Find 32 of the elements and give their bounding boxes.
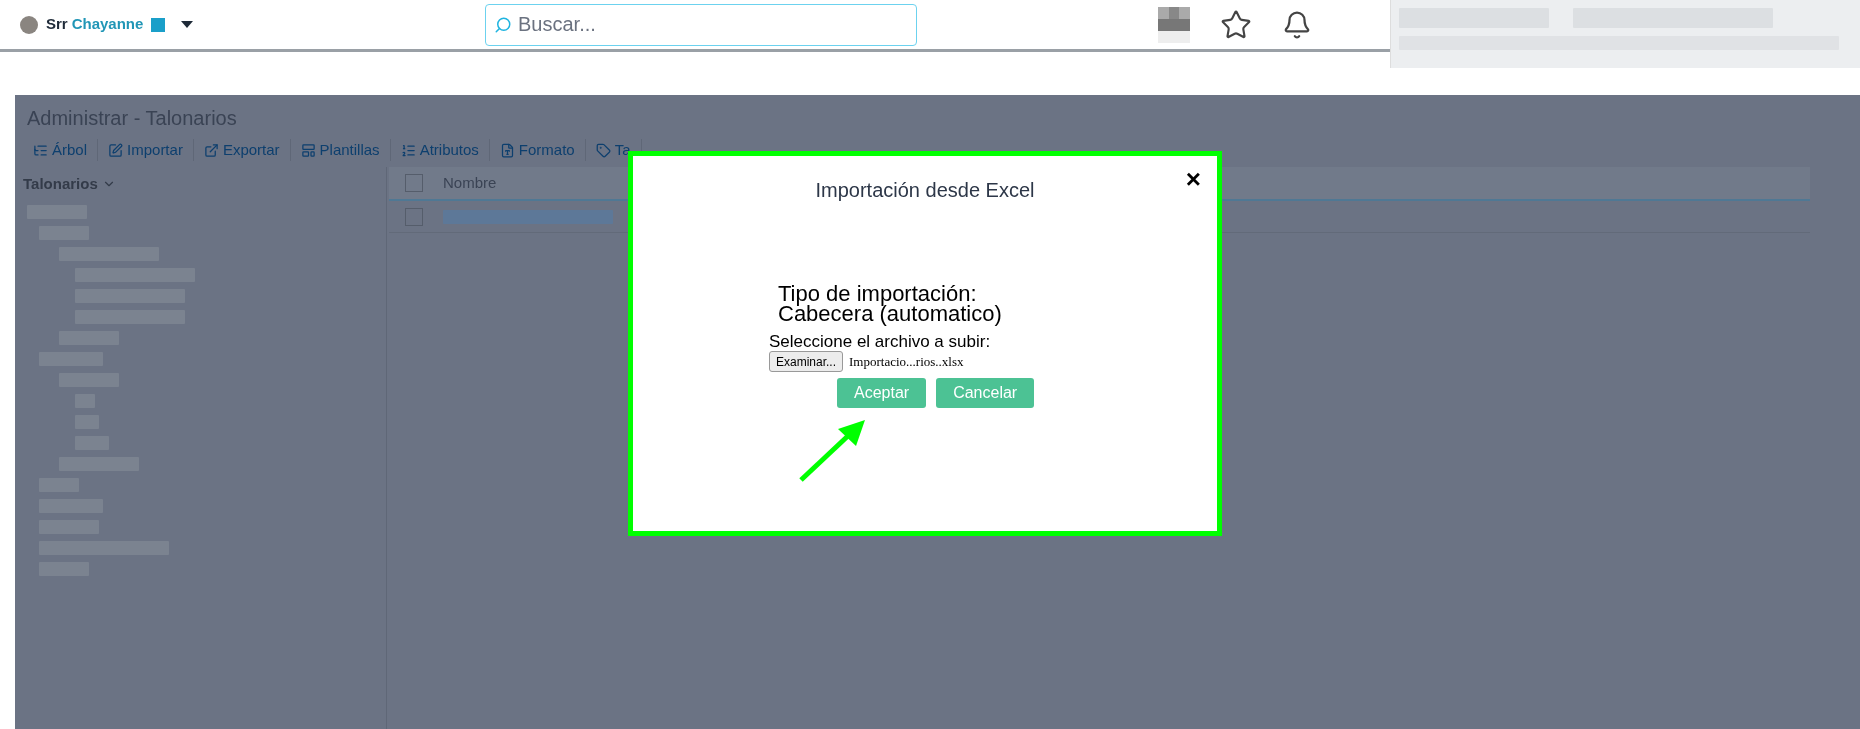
browse-button[interactable]: Examinar... <box>769 351 844 372</box>
search-icon <box>494 15 512 34</box>
dialog-button[interactable]: Cancelar <box>936 378 1035 408</box>
bell-icon[interactable] <box>1282 9 1312 40</box>
tree-icon <box>33 142 48 158</box>
file-name: Importacio...rios..xlsx <box>849 352 964 371</box>
dialog-title: Importación desde Excel <box>815 178 1035 203</box>
toolbar-button[interactable]: Exportar <box>193 138 291 162</box>
header-checkbox[interactable] <box>405 174 423 192</box>
avatar-icon[interactable] <box>20 15 38 34</box>
user-name[interactable]: Chayanne <box>71 13 144 36</box>
user-prefix: Srr <box>46 14 68 35</box>
search-field[interactable]: Buscar... <box>485 3 917 46</box>
caret-icon[interactable] <box>181 20 194 29</box>
row-checkbox[interactable] <box>405 207 423 226</box>
star-icon[interactable] <box>1220 8 1252 41</box>
tree-header[interactable]: Talonarios <box>23 172 98 196</box>
toolbar-button[interactable]: Importar <box>98 138 194 162</box>
list-icon <box>400 142 416 158</box>
toolbar-button[interactable]: Formato <box>489 138 586 162</box>
toolbar-button[interactable]: Árbol <box>23 138 99 162</box>
toolbar-button[interactable]: Plantillas <box>290 138 391 162</box>
dialog-button[interactable]: Aceptar <box>837 378 927 408</box>
edit-icon <box>108 142 124 158</box>
tag-icon <box>595 142 611 158</box>
file-label: Seleccione el archivo a subir: <box>769 333 992 351</box>
format-icon <box>499 142 515 158</box>
template-icon <box>300 142 316 158</box>
status-square-icon <box>151 17 166 32</box>
export-icon <box>203 142 219 158</box>
close-button[interactable]: × <box>1185 166 1201 192</box>
toolbar-button[interactable]: Atributos <box>390 138 490 162</box>
